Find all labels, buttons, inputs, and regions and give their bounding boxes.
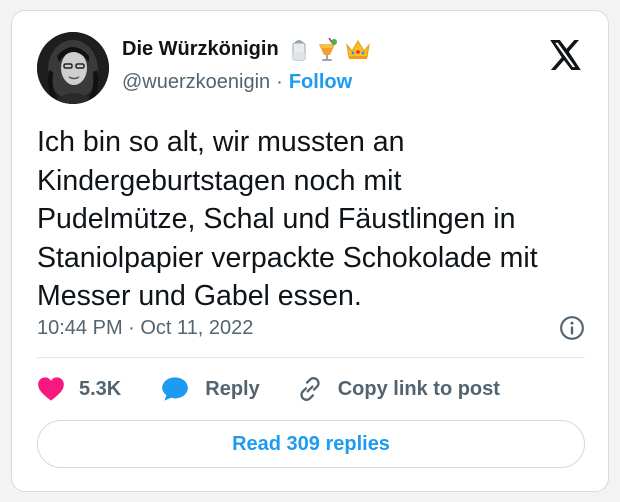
tweet-meta-row: 10:44 PM · Oct 11, 2022	[37, 313, 585, 343]
avatar[interactable]	[37, 32, 109, 104]
reply-label: Reply	[205, 377, 260, 400]
divider	[37, 357, 585, 358]
author-name-row: Die Würzkönigin	[122, 35, 371, 63]
tweet-text: Ich bin so alt, wir mussten an Kindergeb…	[37, 123, 592, 316]
read-replies-button[interactable]: Read 309 replies	[37, 420, 585, 468]
tweet-card: Die Würzkönigin @wuerzkoenigin · Follow …	[11, 10, 609, 492]
author-handle[interactable]: @wuerzkoenigin	[122, 71, 270, 94]
tweet-text-line: Kindergeburtstagen noch mit	[37, 164, 402, 197]
heart-icon	[38, 377, 64, 401]
author-handle-row: @wuerzkoenigin · Follow	[122, 69, 352, 95]
copy-link-button[interactable]: Copy link to post	[296, 375, 500, 403]
info-icon[interactable]	[559, 315, 585, 341]
tweet-text-line: Pudelmütze, Schal und Fäustlingen in	[37, 203, 516, 235]
handle-separator: ·	[276, 70, 283, 93]
tweet-text-line: Ich bin so alt, wir mussten an	[37, 126, 405, 158]
x-logo-icon[interactable]	[546, 37, 582, 73]
link-icon	[300, 377, 320, 401]
tweet-text-line: Staniolpapier verpackte Schokolade mit	[37, 241, 538, 274]
tweet-text-line: Messer und Gabel essen.	[37, 280, 362, 312]
tropical-drink-icon	[318, 37, 337, 61]
read-replies-label: Read 309 replies	[232, 432, 390, 455]
tweet-timestamp[interactable]: 10:44 PM · Oct 11, 2022	[37, 317, 253, 340]
reply-button[interactable]: Reply	[161, 376, 260, 402]
salt-shaker-icon	[292, 40, 306, 61]
reply-bubble-icon	[162, 377, 189, 401]
author-emoji-row	[289, 36, 371, 62]
tweet-actions: 5.3K Reply Copy link to post	[37, 371, 585, 407]
like-count: 5.3K	[79, 377, 122, 400]
crown-icon	[345, 40, 370, 59]
author-display-name[interactable]: Die Würzkönigin	[122, 38, 279, 61]
copy-link-label: Copy link to post	[337, 377, 500, 400]
follow-button[interactable]: Follow	[289, 71, 352, 94]
like-button[interactable]: 5.3K	[37, 376, 121, 402]
